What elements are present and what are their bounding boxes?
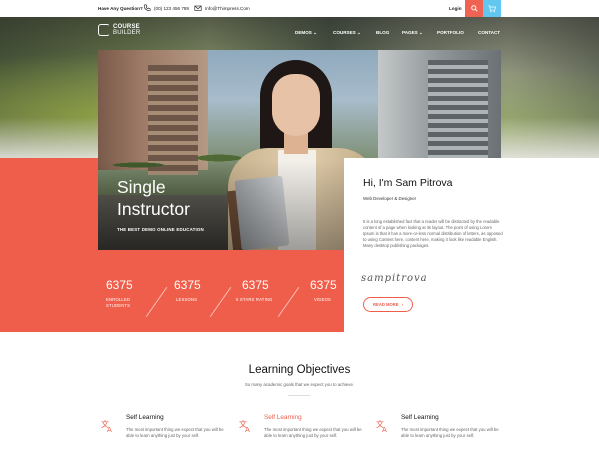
stat-videos: 6375 VIDEOS [310, 278, 337, 302]
main-nav: DEMOS ⌄ COURSES ⌄ BLOG PAGES ⌄ PORTFOLIO… [0, 30, 599, 38]
feature-title: Self Learning [264, 414, 302, 421]
signature: sampitrova [361, 273, 428, 284]
nav-item-pages[interactable]: PAGES ⌄ [402, 30, 423, 36]
feature-text: The most important thing we expect that … [264, 427, 362, 439]
svg-text:A: A [382, 426, 387, 433]
feature-text: The most important thing we expect that … [401, 427, 499, 439]
feature-title: Self Learning [126, 414, 164, 421]
read-more-button[interactable]: READ MORE › [363, 297, 413, 312]
chevron-down-icon: ⌄ [357, 30, 361, 35]
stat-enrolled: 6375 ENROLLED STUDENTS [106, 278, 133, 308]
top-bar: Have Any Question? (00) 123 456 789 Info… [0, 0, 599, 17]
section-subtitle: So many academic goals that we expect yo… [244, 382, 355, 387]
cart-icon [488, 4, 496, 12]
translate-icon: 文A [239, 419, 250, 433]
question-text: Have Any Question? [98, 6, 143, 11]
stat-rating: 6375 5 STARS RATING [236, 278, 273, 302]
feature-text: The most important thing we expect that … [126, 427, 224, 439]
stat-lessons: 6375 LESSONS [174, 278, 201, 302]
instructor-description: It is a long established fact that a rea… [363, 219, 503, 248]
translate-icon: 文A [376, 419, 387, 433]
nav-item-contact[interactable]: CONTACT [478, 30, 500, 35]
phone-icon [143, 4, 151, 11]
hero-subtitle: THE BEST DEMO ONLINE EDUCATION [117, 227, 204, 232]
section-title: Learning Objectives [248, 364, 351, 376]
nav-item-courses[interactable]: COURSES ⌄ [333, 30, 361, 36]
svg-text:A: A [107, 426, 112, 433]
chevron-down-icon: ⌄ [419, 30, 423, 35]
chevron-down-icon: ⌄ [313, 30, 317, 35]
cart-button[interactable] [483, 0, 501, 17]
hero-title: Single Instructor [117, 177, 190, 219]
email-contact[interactable]: Info@Thimpress.Com [194, 4, 250, 12]
mail-icon [194, 5, 202, 11]
nav-item-demos[interactable]: DEMOS ⌄ [295, 30, 317, 36]
svg-text:A: A [245, 426, 250, 433]
phone-number: (00) 123 456 789 [154, 5, 189, 11]
nav-item-portfolio[interactable]: PORTFOLIO [437, 30, 464, 35]
instructor-role: Web Developer & Designer [363, 196, 417, 201]
instructor-greeting: Hi, I'm Sam Pitrova [363, 177, 453, 189]
login-link[interactable]: Login [449, 6, 462, 11]
translate-icon: 文A [101, 419, 112, 433]
feature-title: Self Learning [401, 414, 439, 421]
search-button[interactable] [465, 0, 483, 17]
email-address: Info@Thimpress.Com [205, 5, 250, 11]
section-divider [288, 395, 310, 396]
instructor-card: Hi, I'm Sam Pitrova Web Developer & Desi… [344, 158, 503, 332]
stats-bar: 6375 ENROLLED STUDENTS 6375 LESSONS 6375 … [98, 278, 344, 318]
nav-item-blog[interactable]: BLOG [376, 30, 389, 35]
chevron-right-icon: › [401, 302, 403, 307]
phone-contact[interactable]: (00) 123 456 789 [143, 4, 189, 12]
search-icon [470, 5, 478, 12]
